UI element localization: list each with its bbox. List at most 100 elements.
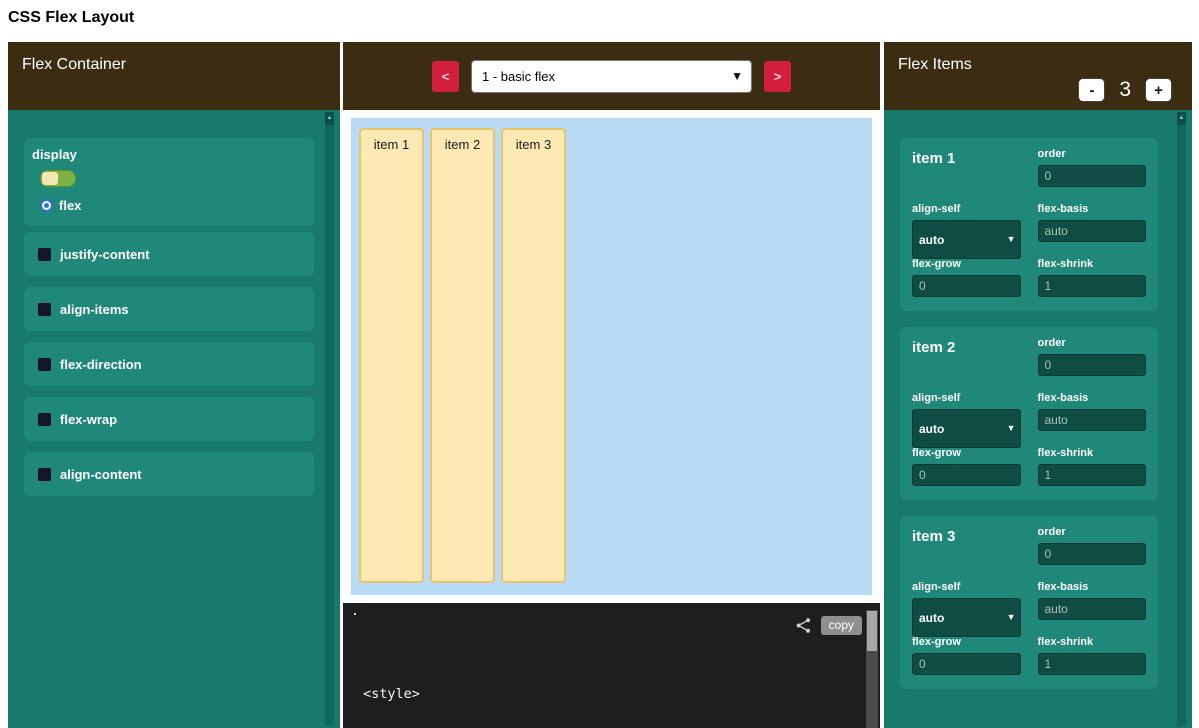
- flex-grow-label: flex-grow: [912, 636, 1021, 648]
- item-2-title: item 2: [912, 337, 1021, 376]
- flex-basis-label: flex-basis: [1038, 392, 1147, 404]
- code-stray-dot: .: [351, 604, 359, 619]
- item-1-order-input[interactable]: [1038, 165, 1147, 187]
- flex-container-header: Flex Container: [8, 42, 340, 110]
- align-content-label: align-content: [60, 467, 142, 482]
- align-self-label: align-self: [912, 203, 1021, 215]
- flex-items-header: Flex Items - 3 +: [884, 42, 1192, 110]
- flex-radio[interactable]: [40, 199, 53, 212]
- item-2-flex-basis-input[interactable]: [1038, 409, 1147, 431]
- next-layout-button[interactable]: >: [764, 61, 791, 92]
- align-items-label: align-items: [60, 302, 129, 317]
- flex-container-body: display flex justify-content align-items…: [8, 110, 340, 728]
- item-2-align-self-select[interactable]: auto: [912, 409, 1021, 448]
- item-1-title: item 1: [912, 148, 1021, 187]
- code-scroll-thumb[interactable]: [867, 611, 877, 651]
- code-scrollbar[interactable]: [866, 610, 878, 728]
- item-3-flex-grow-field: flex-grow: [912, 636, 1021, 675]
- option-row-flex-direction[interactable]: flex-direction: [24, 342, 314, 386]
- display-section: display flex: [24, 138, 314, 226]
- item-1-flex-grow-input[interactable]: [912, 275, 1021, 297]
- flex-items-title: Flex Items: [898, 56, 972, 74]
- flex-wrap-label: flex-wrap: [60, 412, 117, 427]
- remove-item-button[interactable]: -: [1078, 78, 1105, 102]
- right-panel-scrollbar[interactable]: ▲: [1177, 112, 1186, 726]
- scroll-up-icon[interactable]: ▲: [325, 112, 334, 125]
- item-3-order-field: order: [1038, 526, 1147, 565]
- item-2-flex-shrink-field: flex-shrink: [1038, 447, 1147, 486]
- option-row-align-items[interactable]: align-items: [24, 287, 314, 331]
- order-label: order: [1038, 148, 1147, 160]
- option-row-flex-wrap[interactable]: flex-wrap: [24, 397, 314, 441]
- flex-items-panel: Flex Items - 3 + item 1 order align-self…: [884, 42, 1192, 728]
- code-toolbar: copy: [795, 616, 862, 635]
- item-2-flex-basis-field: flex-basis: [1038, 392, 1147, 431]
- item-3-align-self-select[interactable]: auto: [912, 598, 1021, 637]
- display-toggle[interactable]: [40, 170, 76, 187]
- flex-preview-stage: item 1 item 2 item 3: [351, 118, 872, 595]
- flex-basis-label: flex-basis: [1038, 581, 1147, 593]
- item-3-flex-basis-input[interactable]: [1038, 598, 1147, 620]
- flex-container-title: Flex Container: [22, 56, 126, 74]
- order-label: order: [1038, 337, 1147, 349]
- left-panel-scrollbar[interactable]: ▲: [325, 112, 334, 726]
- display-flex-option[interactable]: flex: [40, 198, 302, 213]
- copy-button[interactable]: copy: [821, 616, 862, 635]
- add-item-button[interactable]: +: [1145, 78, 1172, 102]
- flex-container-panel: Flex Container display flex justify-cont…: [8, 42, 340, 728]
- flex-wrap-checkbox[interactable]: [38, 413, 51, 426]
- item-3-flex-basis-field: flex-basis: [1038, 581, 1147, 620]
- item-3-flex-shrink-field: flex-shrink: [1038, 636, 1147, 675]
- item-2-flex-grow-field: flex-grow: [912, 447, 1021, 486]
- item-1-align-self-select[interactable]: auto: [912, 220, 1021, 259]
- share-icon[interactable]: [795, 617, 812, 634]
- align-items-checkbox[interactable]: [38, 303, 51, 316]
- flex-shrink-label: flex-shrink: [1038, 258, 1147, 270]
- flex-direction-label: flex-direction: [60, 357, 142, 372]
- item-card-3: item 3 order align-self auto ▼ flex-basi: [900, 516, 1158, 689]
- flex-direction-checkbox[interactable]: [38, 358, 51, 371]
- item-count-controls: - 3 +: [1078, 78, 1172, 102]
- order-label: order: [1038, 526, 1147, 538]
- item-3-flex-grow-input[interactable]: [912, 653, 1021, 675]
- preview-item-1: item 1: [359, 128, 424, 583]
- item-3-order-input[interactable]: [1038, 543, 1147, 565]
- prev-layout-button[interactable]: <: [432, 61, 459, 92]
- align-content-checkbox[interactable]: [38, 468, 51, 481]
- page-title: CSS Flex Layout: [8, 9, 134, 27]
- option-row-align-content[interactable]: align-content: [24, 452, 314, 496]
- item-1-flex-grow-field: flex-grow: [912, 258, 1021, 297]
- option-row-justify-content[interactable]: justify-content: [24, 232, 314, 276]
- preview-panel: < 1 - basic flex ▼ > item 1 item 2 item …: [343, 42, 880, 728]
- item-2-align-self-field: align-self auto ▼: [912, 392, 1021, 431]
- flex-grow-label: flex-grow: [912, 258, 1021, 270]
- flex-shrink-label: flex-shrink: [1038, 447, 1147, 459]
- item-3-title: item 3: [912, 526, 1021, 565]
- layout-select[interactable]: 1 - basic flex: [471, 60, 752, 93]
- flex-grow-label: flex-grow: [912, 447, 1021, 459]
- item-1-flex-basis-input[interactable]: [1038, 220, 1147, 242]
- code-panel: . copy <style> .flex-container { display…: [343, 603, 880, 728]
- item-count: 3: [1119, 78, 1131, 102]
- code-block: <style> .flex-container { display: flex;: [363, 647, 517, 728]
- item-card-2: item 2 order align-self auto ▼ flex-basi: [900, 327, 1158, 500]
- preview-item-3: item 3: [501, 128, 566, 583]
- item-3-flex-shrink-input[interactable]: [1038, 653, 1147, 675]
- preview-header: < 1 - basic flex ▼ >: [343, 42, 880, 110]
- flex-items-body: item 1 order align-self auto ▼ flex-basi: [884, 110, 1192, 728]
- flex-basis-label: flex-basis: [1038, 203, 1147, 215]
- layout-select-wrap: 1 - basic flex ▼: [471, 60, 752, 93]
- toggle-knob-icon: [42, 172, 58, 185]
- item-2-flex-grow-input[interactable]: [912, 464, 1021, 486]
- flex-radio-label: flex: [59, 198, 81, 213]
- preview-item-2: item 2: [430, 128, 495, 583]
- scroll-up-icon[interactable]: ▲: [1177, 112, 1186, 125]
- item-2-order-input[interactable]: [1038, 354, 1147, 376]
- justify-content-checkbox[interactable]: [38, 248, 51, 261]
- item-1-order-field: order: [1038, 148, 1147, 187]
- align-self-label: align-self: [912, 392, 1021, 404]
- item-2-flex-shrink-input[interactable]: [1038, 464, 1147, 486]
- item-1-flex-shrink-input[interactable]: [1038, 275, 1147, 297]
- display-label: display: [32, 147, 302, 162]
- align-self-label: align-self: [912, 581, 1021, 593]
